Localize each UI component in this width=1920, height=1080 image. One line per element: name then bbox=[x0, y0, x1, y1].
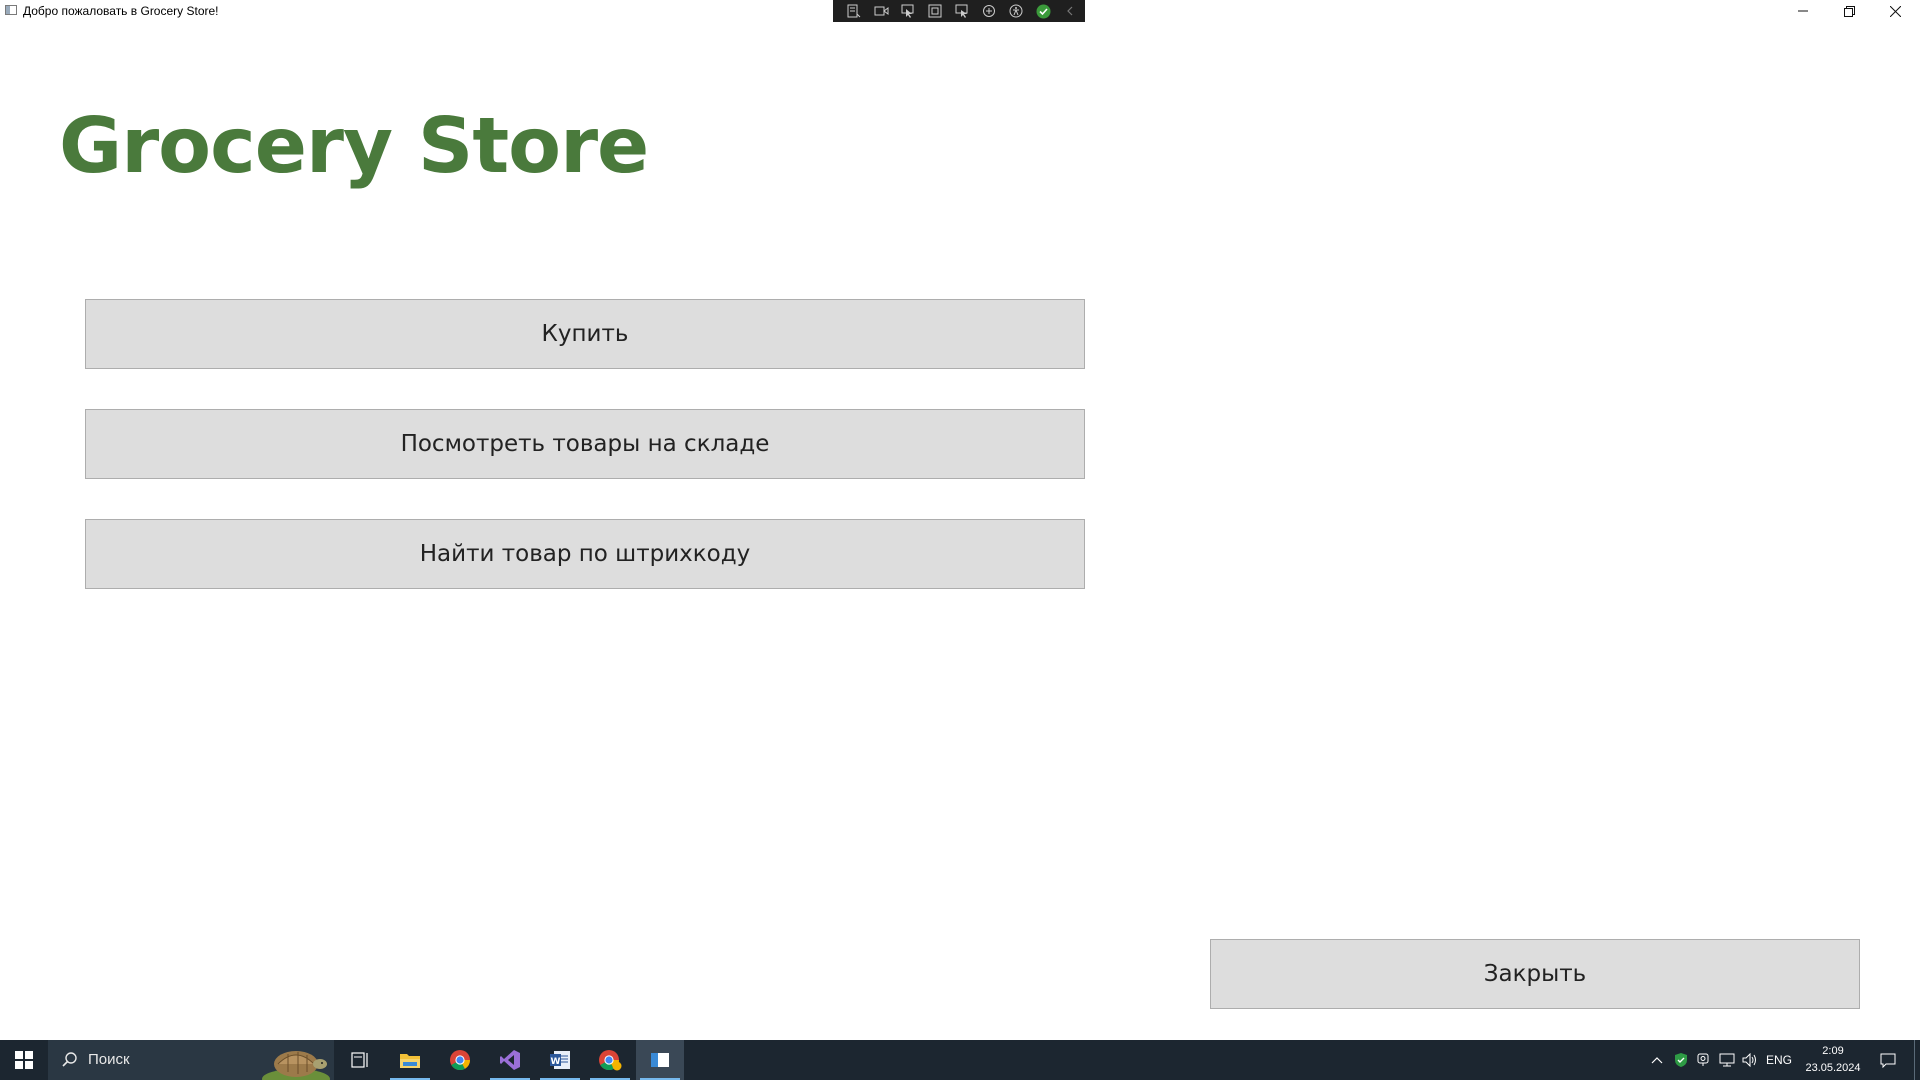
select-element-icon[interactable] bbox=[899, 3, 917, 19]
start-button[interactable] bbox=[0, 1040, 48, 1080]
find-by-barcode-button[interactable]: Найти товар по штрихкоду bbox=[85, 519, 1085, 589]
view-stock-button[interactable]: Посмотреть товары на складе bbox=[85, 409, 1085, 479]
tray-network-button[interactable] bbox=[1716, 1040, 1738, 1080]
chrome-profile-icon bbox=[599, 1050, 622, 1071]
minimize-icon bbox=[1798, 10, 1808, 12]
language-indicator[interactable]: ENG bbox=[1764, 1040, 1794, 1080]
webcam-icon bbox=[1697, 1053, 1709, 1066]
taskbar-word[interactable]: W bbox=[536, 1040, 584, 1080]
hot-reload-check-icon[interactable] bbox=[1034, 3, 1052, 19]
shield-check-icon bbox=[1675, 1053, 1687, 1067]
tray-volume-button[interactable] bbox=[1740, 1040, 1762, 1080]
clock-time: 2:09 bbox=[1822, 1045, 1844, 1057]
svg-text:W: W bbox=[551, 1057, 561, 1067]
xaml-debug-toolbar bbox=[833, 0, 1085, 22]
track-focus-icon[interactable] bbox=[953, 3, 971, 19]
buy-button[interactable]: Купить bbox=[85, 299, 1085, 369]
visual-studio-icon bbox=[500, 1050, 520, 1070]
page-title: Grocery Store bbox=[59, 102, 649, 191]
taskbar-visual-studio[interactable] bbox=[486, 1040, 534, 1080]
minimize-button[interactable] bbox=[1780, 0, 1826, 22]
display-layout-adorners-icon[interactable] bbox=[926, 3, 944, 19]
chevron-up-icon bbox=[1651, 1057, 1663, 1064]
taskbar-chrome[interactable] bbox=[436, 1040, 484, 1080]
app-window-icon bbox=[5, 5, 17, 15]
binding-failures-icon[interactable] bbox=[980, 3, 998, 19]
taskbar-running-app[interactable] bbox=[636, 1040, 684, 1080]
network-icon bbox=[1719, 1053, 1735, 1067]
turtle-doodle-icon bbox=[262, 1051, 330, 1080]
file-explorer-icon bbox=[400, 1054, 420, 1068]
close-window-button[interactable] bbox=[1872, 0, 1918, 22]
restore-icon bbox=[1843, 5, 1855, 17]
chrome-icon bbox=[450, 1050, 471, 1071]
taskbar-search[interactable]: Поиск bbox=[48, 1040, 334, 1080]
windows-logo-icon bbox=[15, 1051, 33, 1069]
notification-icon bbox=[1880, 1053, 1896, 1068]
show-desktop-divider bbox=[1914, 1040, 1915, 1080]
volume-icon bbox=[1742, 1053, 1756, 1067]
taskbar: Поиск W ENG 2:09 23.05.2024 bbox=[0, 1040, 1920, 1080]
action-center-button[interactable] bbox=[1872, 1040, 1904, 1080]
collapse-toolbar-icon[interactable] bbox=[1061, 3, 1079, 19]
taskbar-clock[interactable]: 2:09 23.05.2024 bbox=[1796, 1043, 1870, 1077]
taskbar-chrome-profile[interactable] bbox=[586, 1040, 634, 1080]
running-app-window-icon bbox=[651, 1053, 669, 1067]
accessibility-icon[interactable] bbox=[1007, 3, 1025, 19]
window-title: Добро пожаловать в Grocery Store! bbox=[23, 4, 219, 18]
tray-camera-button[interactable] bbox=[1694, 1040, 1714, 1080]
restore-button[interactable] bbox=[1826, 0, 1872, 22]
task-view-icon bbox=[351, 1052, 368, 1068]
search-placeholder: Поиск bbox=[88, 1051, 130, 1068]
app-window: Добро пожаловать в Grocery Store! Grocer… bbox=[0, 0, 1920, 1040]
clock-date: 23.05.2024 bbox=[1805, 1062, 1861, 1074]
taskbar-file-explorer[interactable] bbox=[386, 1040, 434, 1080]
live-visual-tree-icon[interactable] bbox=[845, 3, 863, 19]
word-icon: W bbox=[550, 1051, 570, 1069]
search-icon bbox=[62, 1052, 77, 1067]
close-icon bbox=[1889, 5, 1901, 17]
close-button[interactable]: Закрыть bbox=[1210, 939, 1860, 1009]
show-hidden-icons-button[interactable] bbox=[1648, 1040, 1666, 1080]
tray-security-button[interactable] bbox=[1670, 1040, 1692, 1080]
record-icon[interactable] bbox=[872, 3, 890, 19]
task-view-button[interactable] bbox=[336, 1040, 384, 1080]
